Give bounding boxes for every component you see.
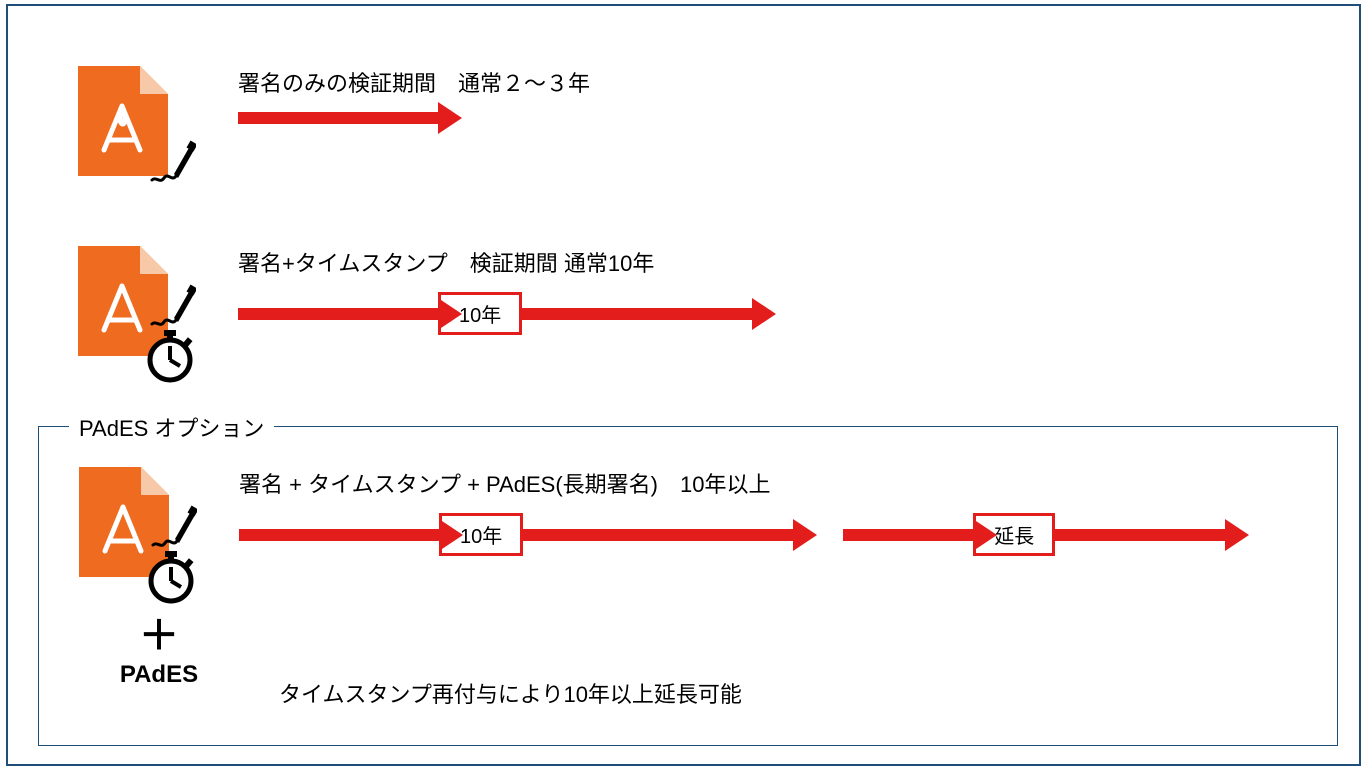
stopwatch-icon: [140, 326, 200, 386]
pades-footnote: タイムスタンプ再付与により10年以上延長可能: [279, 677, 742, 709]
stopwatch-icon: [141, 547, 201, 607]
row1-arrow: [238, 112, 590, 124]
row-signature-timestamp: 署名+タイムスタンプ 検証期間 通常10年 10年: [78, 246, 752, 376]
row1-title: 署名のみの検証期間 通常２～３年: [238, 66, 590, 98]
row3-arrow: 10年 延長: [239, 513, 1225, 556]
row-signature-only: 署名のみの検証期間 通常２～３年: [78, 66, 590, 196]
pdf-sign-timestamp-icon: [78, 246, 188, 376]
row-pades: ＋ PAdES 署名 + タイムスタンプ + PAdES(長期署名) 10年以上…: [79, 467, 1225, 689]
row2-arrow: 10年: [238, 292, 752, 335]
pen-icon: [146, 136, 196, 186]
icon-signature-only: [78, 66, 238, 196]
pades-legend: PAdES オプション: [69, 411, 274, 443]
pades-text-label: PAdES: [79, 661, 239, 689]
pen-icon: [147, 501, 197, 551]
icon-pades: ＋ PAdES: [79, 467, 239, 689]
plus-icon: ＋: [79, 603, 239, 661]
icon-signature-timestamp: [78, 246, 238, 376]
outer-frame: 署名のみの検証期間 通常２～３年: [6, 4, 1361, 766]
row3-title: 署名 + タイムスタンプ + PAdES(長期署名) 10年以上: [239, 467, 1225, 499]
row2-title: 署名+タイムスタンプ 検証期間 通常10年: [238, 246, 752, 278]
pdf-pades-icon: [79, 467, 189, 597]
pades-option-box: PAdES オプション: [38, 426, 1338, 746]
pen-icon: [146, 280, 196, 330]
pdf-sign-icon: [78, 66, 188, 196]
